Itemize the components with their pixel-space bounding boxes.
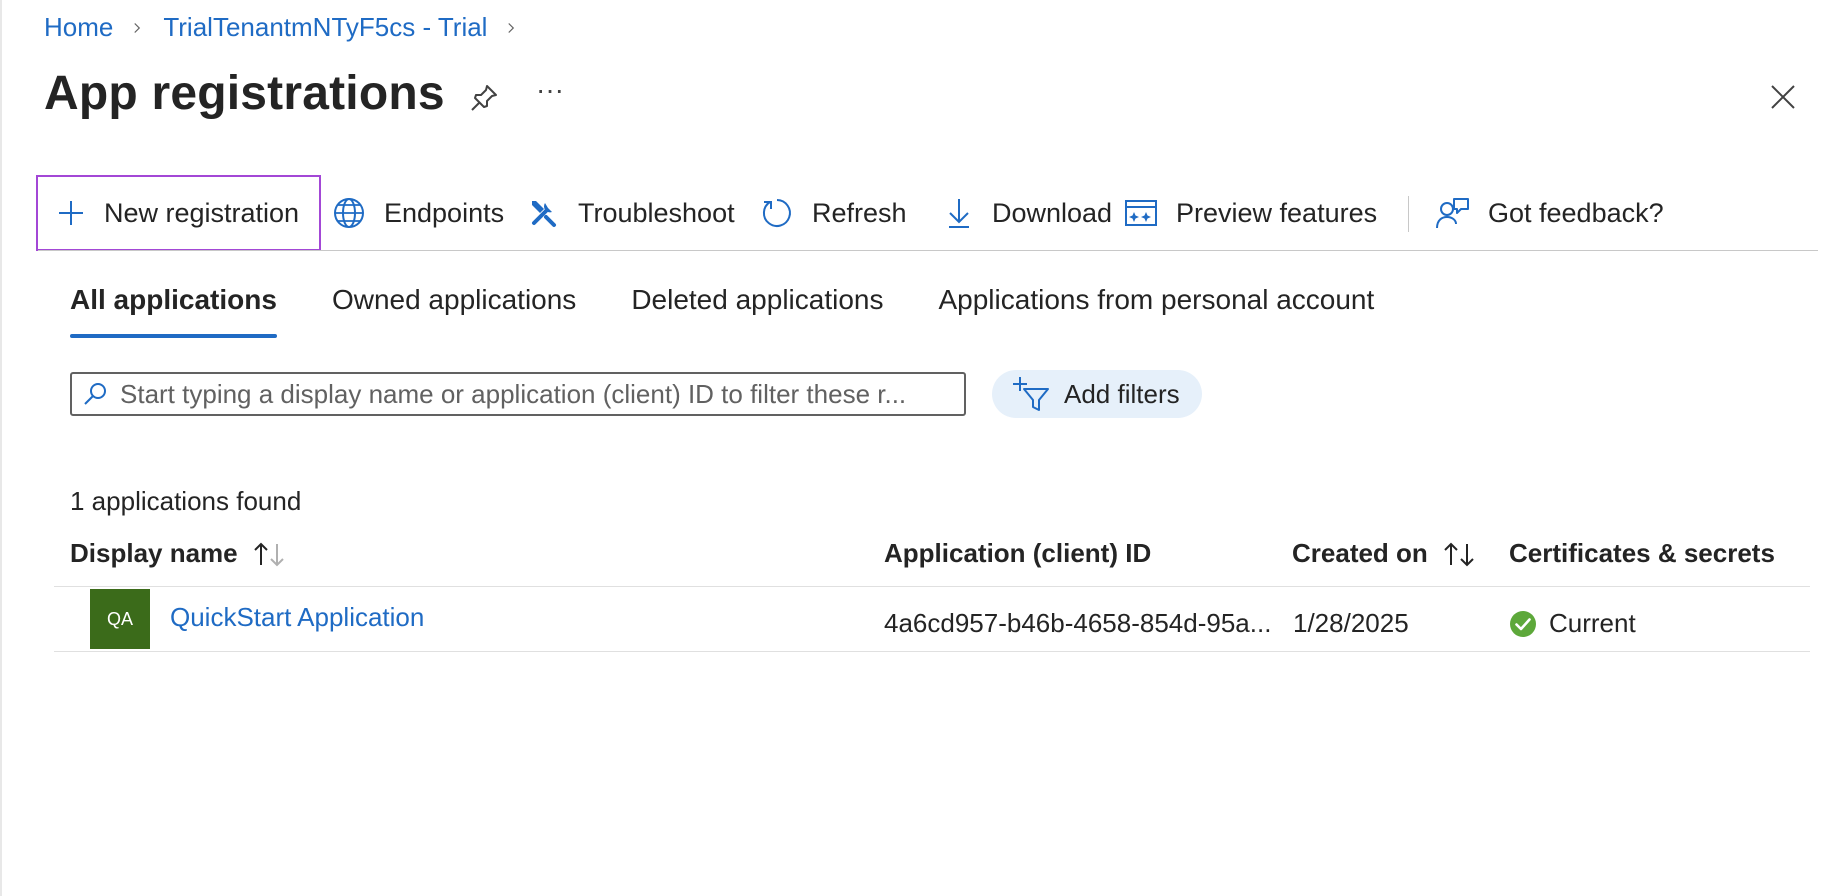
status-label: Current: [1549, 608, 1636, 638]
created-on-cell: 1/28/2025: [1293, 608, 1409, 638]
close-icon[interactable]: [1768, 82, 1798, 112]
column-header-client-id: Application (client) ID: [884, 538, 1151, 569]
results-count: 1 applications found: [70, 486, 302, 516]
page-title: App registrations: [44, 67, 445, 120]
check-circle-icon: [1510, 610, 1536, 637]
app-registrations-page: Home TrialTenantmNTyF5cs - Trial App reg…: [0, 0, 1848, 896]
add-filters-label: Add filters: [1064, 378, 1180, 409]
download-button[interactable]: Download: [944, 176, 1112, 250]
new-registration-label: New registration: [104, 197, 300, 228]
add-filter-icon: [1013, 377, 1049, 411]
plus-icon: [59, 201, 83, 225]
breadcrumb: Home TrialTenantmNTyF5cs - Trial: [44, 12, 537, 43]
refresh-icon: [762, 199, 791, 227]
troubleshoot-button[interactable]: Troubleshoot: [528, 176, 735, 250]
wrench-screwdriver-icon: [532, 201, 556, 227]
feedback-button[interactable]: Got feedback?: [1434, 176, 1664, 250]
search-input[interactable]: [118, 377, 962, 411]
column-label: Display name: [70, 538, 238, 568]
sort-ascending-icon[interactable]: [252, 540, 286, 568]
download-label: Download: [992, 197, 1113, 228]
preview-features-icon: [1125, 200, 1157, 226]
breadcrumb-home-link[interactable]: Home: [44, 12, 113, 43]
endpoints-button[interactable]: Endpoints: [332, 176, 504, 250]
refresh-label: Refresh: [812, 197, 907, 228]
tab-personal-account-applications[interactable]: Applications from personal account: [938, 284, 1374, 336]
refresh-button[interactable]: Refresh: [760, 176, 907, 250]
more-options-button[interactable]: ···: [536, 76, 568, 112]
application-tabs: All applications Owned applications Dele…: [70, 284, 1429, 340]
feedback-label: Got feedback?: [1488, 197, 1664, 228]
add-filters-button[interactable]: Add filters: [992, 370, 1202, 418]
table-header: Display name Application (client) ID Cre…: [54, 530, 1810, 587]
troubleshoot-label: Troubleshoot: [578, 197, 735, 228]
preview-features-button[interactable]: Preview features: [1124, 176, 1377, 250]
tab-deleted-applications[interactable]: Deleted applications: [631, 284, 883, 336]
column-label: Created on: [1292, 538, 1428, 568]
tab-all-applications[interactable]: All applications: [70, 284, 277, 338]
sort-icon[interactable]: [1442, 540, 1476, 568]
column-header-created-on[interactable]: Created on: [1292, 538, 1476, 569]
column-header-display-name[interactable]: Display name: [70, 538, 286, 569]
new-registration-button[interactable]: New registration: [35, 175, 322, 251]
toolbar-bottom-border: [38, 250, 1818, 251]
command-bar: New registration Endpoints Troubleshoot: [35, 175, 1818, 252]
column-label: Application (client) ID: [884, 538, 1152, 568]
feedback-person-icon: [1436, 198, 1469, 229]
search-field: [70, 372, 966, 416]
column-header-certificates: Certificates & secrets: [1509, 538, 1775, 569]
certificates-status-cell: Current: [1509, 608, 1636, 639]
table-row[interactable]: QA QuickStart Application 4a6cd957-b46b-…: [54, 588, 1810, 652]
pin-icon[interactable]: [468, 82, 500, 114]
chevron-right-icon: [508, 22, 515, 33]
app-avatar: QA: [90, 589, 150, 649]
search-icon: [84, 383, 106, 405]
client-id-cell: 4a6cd957-b46b-4658-854d-95a...: [884, 608, 1272, 638]
chevron-right-icon: [134, 22, 141, 33]
app-name-link[interactable]: QuickStart Application: [170, 602, 424, 633]
toolbar-divider: [1408, 196, 1409, 232]
preview-features-label: Preview features: [1176, 197, 1378, 228]
column-label: Certificates & secrets: [1509, 538, 1775, 568]
endpoints-label: Endpoints: [384, 197, 505, 228]
breadcrumb-tenant-link[interactable]: TrialTenantmNTyF5cs - Trial: [163, 12, 487, 43]
download-icon: [949, 199, 969, 228]
globe-icon: [334, 198, 364, 228]
tab-owned-applications[interactable]: Owned applications: [332, 284, 576, 336]
